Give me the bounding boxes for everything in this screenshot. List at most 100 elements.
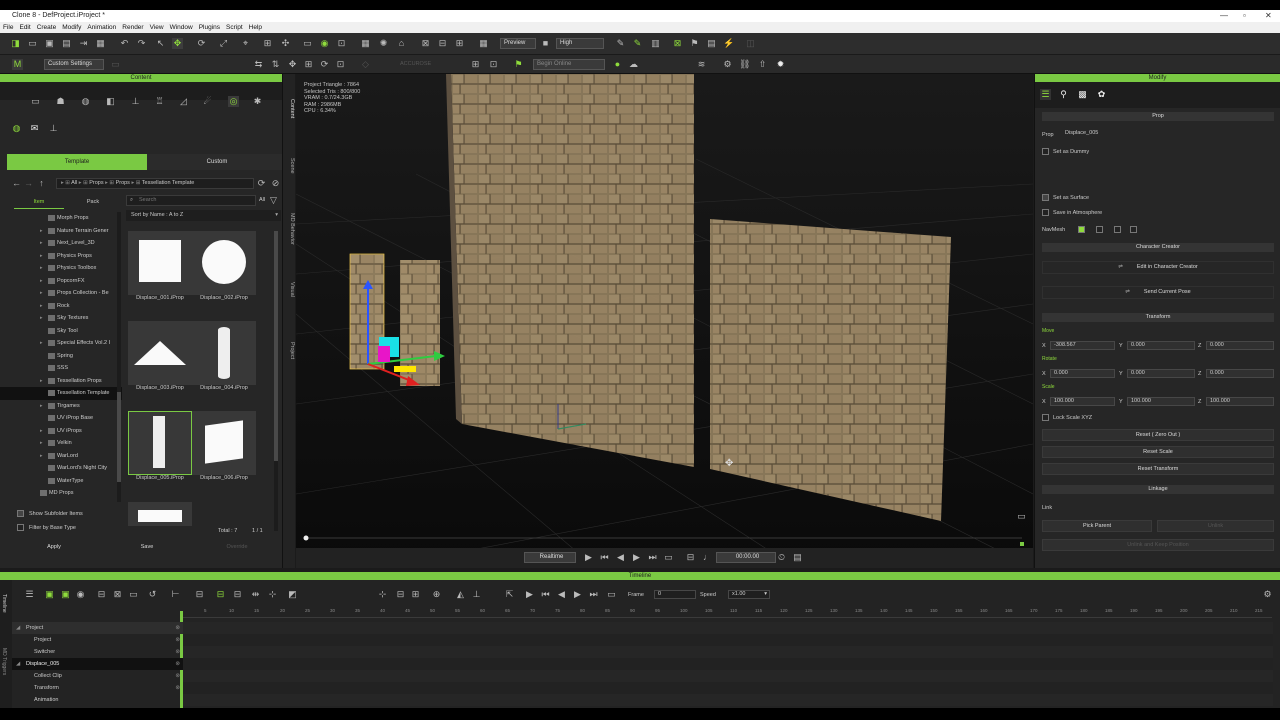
- category-fx-icon[interactable]: ☄: [202, 96, 213, 107]
- settings-gear-icon[interactable]: ✹: [775, 59, 786, 70]
- tree-item[interactable]: ▸ WarLord: [0, 450, 122, 463]
- side-tab-md-behavior[interactable]: MD Behavior: [284, 204, 295, 254]
- thumb-displace-004[interactable]: [192, 321, 256, 385]
- tree-item[interactable]: ▸ UV iProps: [0, 425, 122, 438]
- tree-item[interactable]: ▸ Sky Textures: [0, 312, 122, 325]
- key-icon[interactable]: ▣: [44, 589, 55, 600]
- save-icon[interactable]: ▣: [44, 38, 55, 49]
- stop-icon[interactable]: ⏮: [599, 552, 610, 563]
- custom-settings-dropdown[interactable]: Custom Settings: [44, 59, 104, 70]
- camera-icon[interactable]: ▭: [302, 38, 313, 49]
- category-atmosphere-icon[interactable]: ✱: [252, 96, 263, 107]
- wand-icon[interactable]: ⚡: [723, 38, 734, 49]
- tree-item[interactable]: ▸ Nature Terrain Gener: [0, 225, 122, 238]
- unlink-button[interactable]: Unlink: [1157, 520, 1274, 532]
- split-icon[interactable]: ⇹: [250, 589, 261, 600]
- cloud-icon[interactable]: ☁: [628, 59, 639, 70]
- move-icon[interactable]: ✥: [172, 38, 183, 49]
- viewport-screen-icon[interactable]: ▭: [1016, 511, 1027, 522]
- edit-in-cc-button[interactable]: ⇌ Edit in Character Creator: [1042, 261, 1274, 274]
- scale-icon[interactable]: ⤢: [218, 38, 229, 49]
- time-field[interactable]: 00:00.00: [716, 552, 776, 563]
- back-icon[interactable]: ←: [11, 178, 22, 189]
- move-y-field[interactable]: 0.000: [1127, 341, 1195, 350]
- breadcrumb-item[interactable]: Props: [116, 180, 130, 186]
- funnel-icon[interactable]: ▽: [268, 195, 279, 206]
- eye-toggle-icon[interactable]: ◉: [75, 589, 86, 600]
- scale-z-field[interactable]: 100.000: [1206, 397, 1274, 406]
- clip-icon[interactable]: ⊟: [194, 589, 205, 600]
- fit-icon[interactable]: ⊞: [454, 38, 465, 49]
- tree-item[interactable]: SSS: [0, 362, 122, 375]
- menu-help[interactable]: Help: [246, 22, 265, 33]
- physics-icon[interactable]: ⊞: [470, 59, 481, 70]
- align-icon[interactable]: ⊠: [420, 38, 431, 49]
- save-atmosphere-checkbox[interactable]: [1042, 209, 1049, 216]
- link-key-icon[interactable]: ⊠: [112, 589, 123, 600]
- tree-item[interactable]: ▸ Physics Props: [0, 250, 122, 263]
- redo-icon[interactable]: ↷: [136, 38, 147, 49]
- zoom-in-icon[interactable]: ⊕: [431, 589, 442, 600]
- close-icon[interactable]: ✕: [1265, 10, 1272, 22]
- light-icon[interactable]: ✺: [378, 38, 389, 49]
- track-row[interactable]: ◢ Project ⊗: [12, 622, 190, 634]
- tree-item[interactable]: ▸ Velkin: [0, 437, 122, 450]
- frame-field[interactable]: 0: [654, 590, 696, 599]
- tree-item[interactable]: Morph Props: [0, 212, 122, 225]
- timeline-settings-icon[interactable]: ⚙: [1262, 589, 1273, 600]
- key-b-icon[interactable]: ▣: [60, 589, 71, 600]
- category-props-icon[interactable]: ◧: [105, 96, 116, 107]
- render-view-icon[interactable]: ▦: [360, 38, 371, 49]
- transition-icon[interactable]: ◩: [287, 589, 298, 600]
- modify-tab-material-icon[interactable]: ▩: [1077, 89, 1088, 100]
- clock-icon[interactable]: ⏲: [776, 552, 787, 563]
- realtime-dropdown[interactable]: Realtime: [524, 552, 576, 563]
- next-frame-icon[interactable]: ▶: [631, 552, 642, 563]
- menu-plugins[interactable]: Plugins: [196, 22, 223, 33]
- delete-icon[interactable]: ⊟: [395, 589, 406, 600]
- prop-name-field[interactable]: Displace_005: [1062, 130, 1270, 139]
- eye-icon[interactable]: ◉: [319, 38, 330, 49]
- apply-button[interactable]: Apply: [7, 542, 101, 555]
- reset-scale-button[interactable]: Reset Scale: [1042, 446, 1274, 458]
- side-tab-content[interactable]: Content: [284, 92, 295, 126]
- rotate-gizmo-icon[interactable]: ⟳: [319, 59, 330, 70]
- gizmo-icon[interactable]: ⊞: [262, 38, 273, 49]
- track-row[interactable]: Switcher ⊗: [12, 646, 190, 658]
- open-icon[interactable]: ▭: [27, 38, 38, 49]
- filter-icon[interactable]: ⊘: [270, 178, 281, 189]
- tree-item[interactable]: ▸ Rock: [0, 300, 122, 313]
- thumb-scrollbar[interactable]: [274, 231, 278, 531]
- menu-file[interactable]: File: [0, 22, 16, 33]
- subtab-item[interactable]: Item: [14, 195, 64, 209]
- thumb-displace-002[interactable]: [192, 231, 256, 295]
- content-mode-b-icon[interactable]: ✉: [29, 123, 40, 134]
- list-icon[interactable]: ▤: [706, 38, 717, 49]
- save-button[interactable]: Save: [100, 542, 194, 555]
- content-mode-c-icon[interactable]: ⊥: [48, 123, 59, 134]
- thumb-displace-001[interactable]: [128, 231, 192, 295]
- key-c-icon[interactable]: ▭: [128, 589, 139, 600]
- move-gizmo-icon[interactable]: ✥: [287, 59, 298, 70]
- loop-icon[interactable]: ▭: [663, 552, 674, 563]
- clip-c-icon[interactable]: ⊟: [232, 589, 243, 600]
- reset-zero-button[interactable]: Reset ( Zero Out ): [1042, 429, 1274, 441]
- category-template-icon[interactable]: ◎: [228, 96, 239, 107]
- show-subfolder-checkbox[interactable]: [17, 510, 24, 517]
- menu-view[interactable]: View: [147, 22, 167, 33]
- tab-custom[interactable]: Custom: [147, 154, 287, 170]
- filter-base-checkbox[interactable]: [17, 524, 24, 531]
- menu-window[interactable]: Window: [167, 22, 196, 33]
- tree-item[interactable]: WaterType: [0, 475, 122, 488]
- tl-loop-icon[interactable]: ▭: [606, 589, 617, 600]
- category-scene-icon[interactable]: ▭: [30, 96, 41, 107]
- tab-template[interactable]: Template: [7, 154, 147, 170]
- brush-icon[interactable]: ✎: [615, 38, 626, 49]
- move-x-field[interactable]: -308.567: [1050, 341, 1115, 350]
- breadcrumb-item[interactable]: Props: [89, 180, 103, 186]
- play-icon[interactable]: ▶: [583, 552, 594, 563]
- speed-dropdown[interactable]: x1.00 ▾: [728, 590, 770, 599]
- lock-scale-checkbox[interactable]: [1042, 414, 1049, 421]
- end-icon[interactable]: ⏭: [647, 552, 658, 563]
- unlink-keep-button[interactable]: Unlink and Keep Position: [1042, 539, 1274, 551]
